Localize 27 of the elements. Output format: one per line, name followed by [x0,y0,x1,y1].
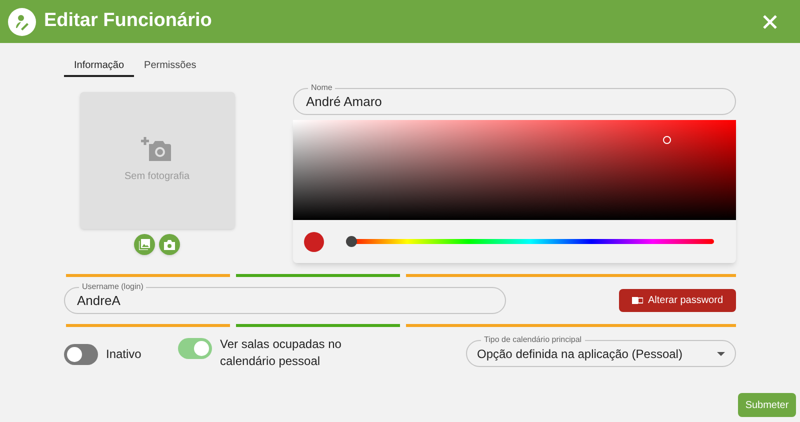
select-value: Opção definida na aplicação (Pessoal) [477,346,682,362]
key-icon [632,296,643,305]
toggle-label: Ver salas ocupadas no calendário pessoal [220,336,342,370]
gallery-button[interactable] [134,234,155,255]
field-value: AndreA [77,292,120,310]
toggle-switch[interactable] [178,338,212,359]
add-photo-icon [141,137,173,163]
hue-thumb[interactable] [346,236,357,247]
field-label: Username (login) [79,281,146,293]
field-label: Tipo de calendário principal [481,334,585,346]
hue-track[interactable] [346,239,714,244]
close-icon[interactable] [762,14,778,30]
dropdown-caret-icon [717,352,725,356]
toggle-switch[interactable] [64,344,98,364]
field-value: André Amaro [306,92,382,111]
tab[interactable]: Informação [64,56,134,77]
no-photo-text: Sem fotografia [124,170,190,184]
camera-button[interactable] [159,234,180,255]
toggle-label: Inativo [106,346,142,362]
user-edit-icon [8,8,36,36]
window-title: Editar Funcionário [44,9,212,34]
color-cursor[interactable] [663,136,671,144]
tab[interactable]: Permissões [134,56,206,77]
camera-icon [164,240,175,250]
image-icon [139,239,150,250]
change-password-button[interactable]: Alterar password [619,289,736,312]
saturation-area[interactable] [293,120,736,220]
